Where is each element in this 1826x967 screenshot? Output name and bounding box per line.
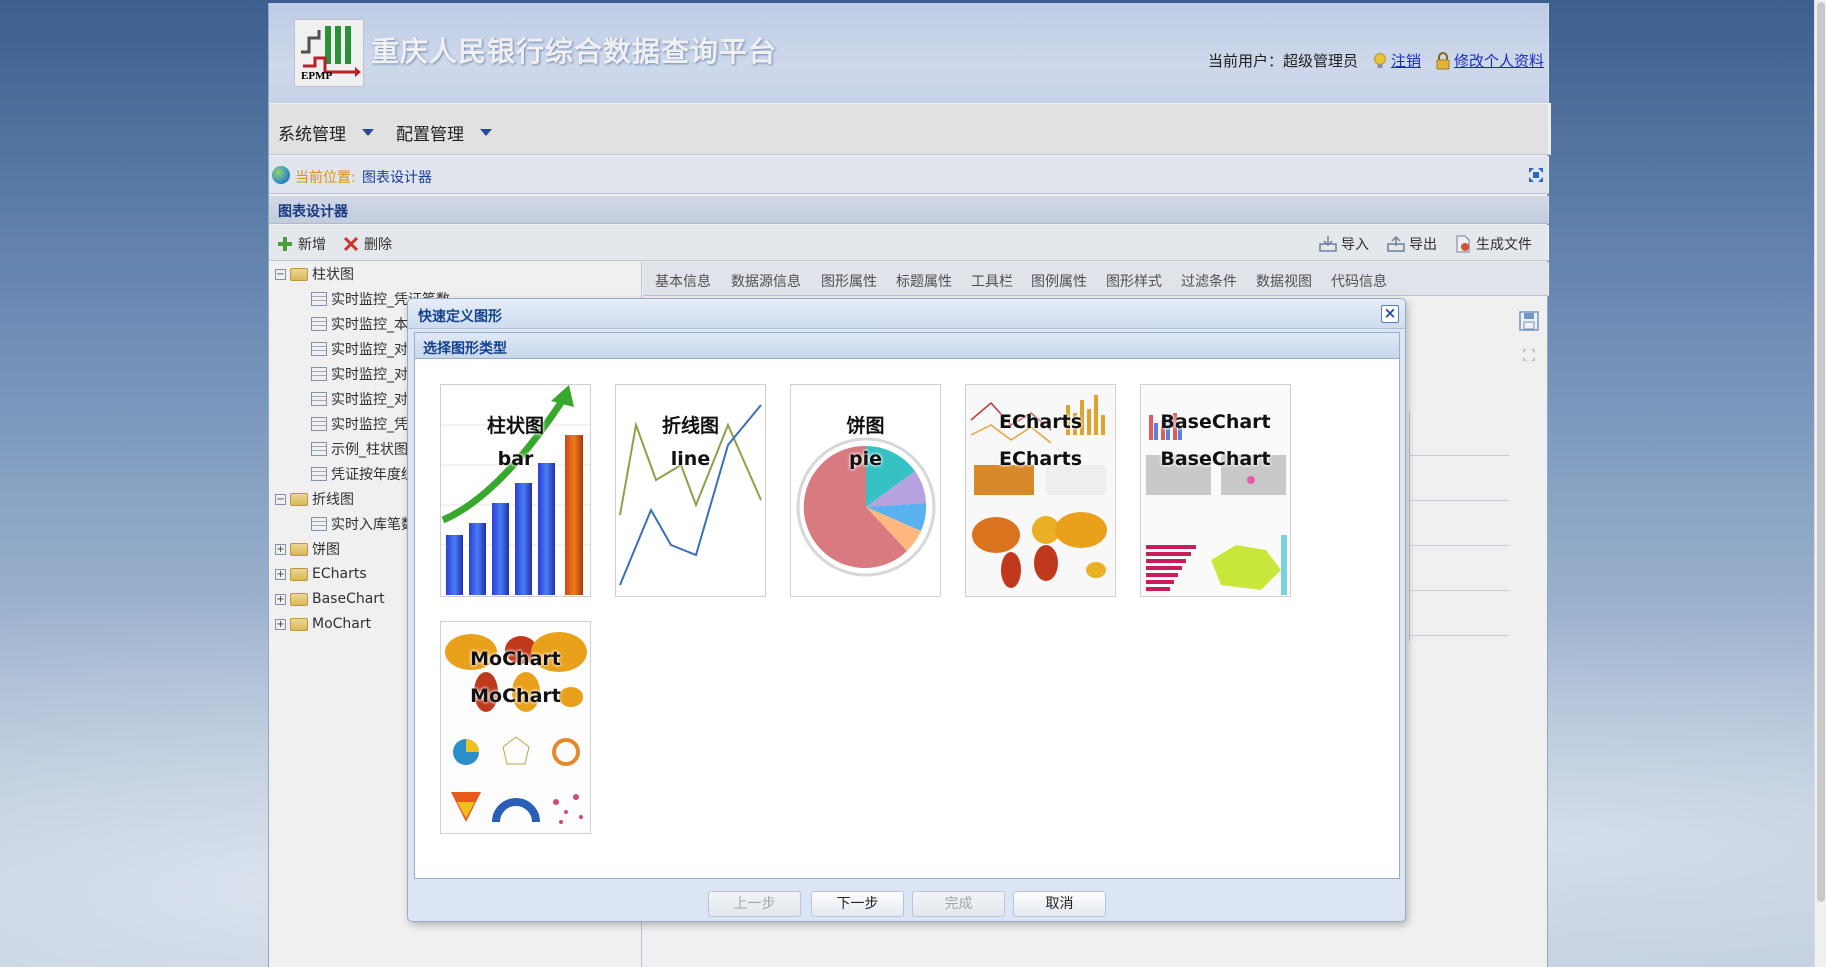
dialog-titlebar[interactable]: 快速定义图形 ×: [408, 299, 1405, 329]
dialog-subtitle: 选择图形类型: [415, 333, 1399, 359]
dialog-body: 选择图形类型 柱状图 bar 折线图 line 饼图 pie ECharts E…: [414, 332, 1400, 879]
scrollbar-thumb[interactable]: [1817, 2, 1825, 902]
chart-type-mochart-card[interactable]: MoChart MoChart: [440, 621, 591, 834]
chart-type-code: MoChart: [470, 685, 561, 707]
dialog-title: 快速定义图形: [418, 309, 502, 325]
chart-type-name: 饼图: [846, 415, 885, 437]
dialog-footer: 上一步 下一步 完成 取消: [408, 881, 1405, 921]
quick-define-dialog: 快速定义图形 × 选择图形类型 柱状图 bar 折线图 line 饼图 pie …: [407, 298, 1406, 922]
chart-type-basechart-card[interactable]: BaseChart BaseChart: [1140, 384, 1291, 597]
chart-type-name: BaseChart: [1160, 411, 1271, 433]
cancel-button[interactable]: 取消: [1013, 891, 1106, 917]
chart-type-code: pie: [849, 448, 882, 470]
prev-step-button[interactable]: 上一步: [708, 891, 801, 917]
chart-type-echarts-card[interactable]: ECharts ECharts: [965, 384, 1116, 597]
chart-type-name: 柱状图: [486, 415, 544, 437]
next-step-button[interactable]: 下一步: [811, 891, 904, 917]
page-scrollbar[interactable]: [1814, 0, 1826, 967]
chart-type-name: 折线图: [661, 415, 719, 437]
chart-type-code: BaseChart: [1160, 448, 1271, 470]
chart-type-line-card[interactable]: 折线图 line: [615, 384, 766, 597]
chart-type-name: ECharts: [998, 411, 1083, 433]
finish-button[interactable]: 完成: [912, 891, 1005, 917]
chart-type-code: bar: [497, 448, 534, 470]
chart-type-code: line: [670, 448, 711, 470]
close-icon[interactable]: ×: [1381, 305, 1399, 323]
chart-type-code: ECharts: [998, 448, 1083, 470]
chart-type-pie-card[interactable]: 饼图 pie: [790, 384, 941, 597]
chart-type-bar-card[interactable]: 柱状图 bar: [440, 384, 591, 597]
chart-type-name: MoChart: [470, 648, 561, 670]
